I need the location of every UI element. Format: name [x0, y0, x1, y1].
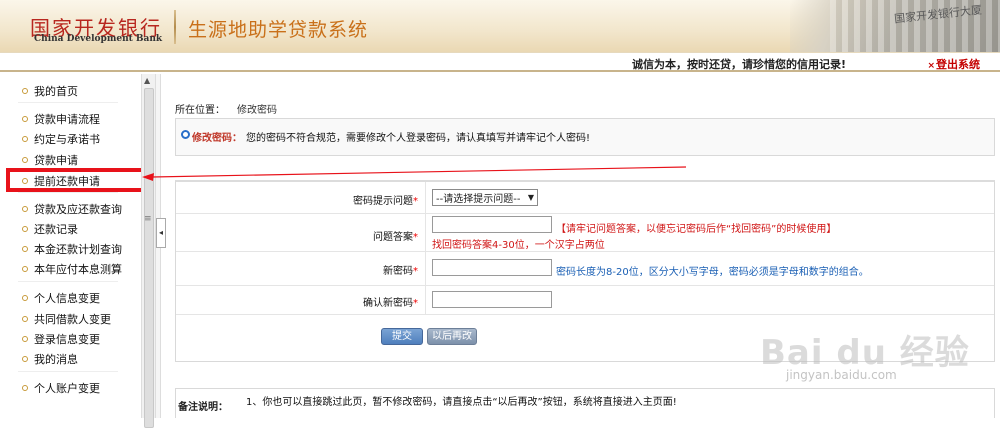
- new-password-input[interactable]: [432, 259, 552, 276]
- sidebar-item-label: 我的首页: [34, 85, 78, 98]
- bullet-icon: [22, 295, 28, 301]
- sidebar-item-label: 个人账户变更: [34, 382, 100, 395]
- submit-button[interactable]: 提交: [381, 328, 423, 345]
- bullet-icon: [22, 88, 28, 94]
- sidebar-item-label: 还款记录: [34, 223, 78, 236]
- bullet-icon: [22, 385, 28, 391]
- bullet-icon: [22, 157, 28, 163]
- sidebar-item-principal-plan[interactable]: 本金还款计划查询: [22, 241, 122, 257]
- answer-input[interactable]: [432, 216, 552, 233]
- chevron-down-icon: ▼: [527, 193, 534, 202]
- answer-length-hint: 找回密码答案4-30位，一个汉字占两位: [432, 240, 605, 251]
- sidebar-item-label: 个人信息变更: [34, 292, 100, 305]
- credit-slogan: 诚信为本，按时还贷，请珍惜您的信用记录!: [631, 58, 846, 71]
- notice-label: 修改密码：: [192, 133, 242, 144]
- question-select[interactable]: --请选择提示问题-- ▼: [432, 189, 538, 206]
- info-circle-icon: [181, 130, 190, 139]
- change-later-button[interactable]: 以后再改: [427, 328, 477, 345]
- sidebar-item-label: 贷款申请: [34, 154, 78, 167]
- highlight-box: [6, 168, 145, 192]
- new-password-label: 新密码*: [383, 266, 418, 277]
- bullet-icon: [22, 356, 28, 362]
- remark-box: 备注说明： 1、你也可以直接跳过此页，暂不修改密码，请直接点击“以后再改”按钮，…: [175, 388, 995, 418]
- top-bar: 诚信为本，按时还贷，请珍惜您的信用记录! ×登出系统: [0, 52, 1000, 72]
- sidebar-item-repayment-records[interactable]: 还款记录: [22, 221, 78, 237]
- notice-box: 修改密码： 您的密码不符合规范，需要修改个人登录密码，请认真填写并请牢记个人密码…: [175, 118, 995, 156]
- sidebar-item-agreement[interactable]: 约定与承诺书: [22, 131, 100, 147]
- menu-divider: [18, 192, 118, 193]
- collapse-sidebar-button[interactable]: ◂: [156, 218, 166, 248]
- bullet-icon: [22, 116, 28, 122]
- sidebar-item-label: 登录信息变更: [34, 333, 100, 346]
- sidebar-scrollbar[interactable]: ▲ ≡: [141, 74, 155, 428]
- bullet-icon: [22, 206, 28, 212]
- bullet-icon: [22, 246, 28, 252]
- breadcrumb-current: 修改密码: [237, 105, 277, 116]
- sidebar-item-label: 贷款申请流程: [34, 113, 100, 126]
- sidebar-item-label: 本金还款计划查询: [34, 243, 122, 256]
- building-sign: 国家开发银行大厦: [893, 3, 983, 26]
- breadcrumb-label: 所在位置：: [175, 105, 225, 116]
- confirm-password-label: 确认新密码*: [363, 298, 418, 309]
- logout-link[interactable]: ×登出系统: [927, 56, 980, 72]
- sidebar-item-loan-apply[interactable]: 贷款申请: [22, 152, 78, 168]
- system-title: 生源地助学贷款系统: [188, 19, 369, 41]
- bullet-icon: [22, 266, 28, 272]
- sidebar-item-personal-info[interactable]: 个人信息变更: [22, 290, 100, 306]
- menu-divider: [18, 102, 118, 103]
- sidebar-item-home[interactable]: 我的首页: [22, 83, 78, 99]
- bullet-icon: [22, 336, 28, 342]
- scrollbar-thumb[interactable]: [144, 88, 154, 428]
- sidebar-item-label: 本年应付本息测算: [34, 263, 122, 276]
- bullet-icon: [22, 226, 28, 232]
- sidebar-item-account-change[interactable]: 个人账户变更: [22, 380, 100, 396]
- scroll-up-icon[interactable]: ▲: [144, 76, 150, 85]
- password-rule-hint: 密码长度为8-20位，区分大小写字母，密码必须是字母和数字的组合。: [556, 267, 869, 278]
- building-image: 国家开发银行大厦: [790, 0, 1000, 52]
- menu-divider: [18, 371, 118, 372]
- sidebar-item-co-borrower[interactable]: 共同借款人变更: [22, 311, 111, 327]
- bullet-icon: [22, 136, 28, 142]
- header-banner: 国家开发银行 China Development Bank 生源地助学贷款系统 …: [0, 0, 1000, 52]
- answer-label: 问题答案*: [373, 232, 418, 243]
- sidebar-item-label: 贷款及应还款查询: [34, 203, 122, 216]
- sidebar-item-messages[interactable]: 我的消息: [22, 351, 78, 367]
- row-question: 密码提示问题* --请选择提示问题-- ▼: [176, 182, 994, 214]
- row-confirm-password: 确认新密码*: [176, 286, 994, 315]
- breadcrumb: 所在位置： 修改密码: [175, 101, 277, 116]
- sidebar-item-label: 我的消息: [34, 353, 78, 366]
- row-new-password: 新密码* 密码长度为8-20位，区分大小写字母，密码必须是字母和数字的组合。: [176, 252, 994, 286]
- grip-icon: ≡: [144, 214, 152, 224]
- bank-logo-en: China Development Bank: [34, 34, 163, 44]
- answer-hint: 【请牢记问题答案，以便忘记密码后作“找回密码”的时候使用】: [556, 224, 837, 235]
- sidebar-item-login-info[interactable]: 登录信息变更: [22, 331, 100, 347]
- logout-label: 登出系统: [936, 58, 980, 71]
- row-answer: 问题答案* 【请牢记问题答案，以便忘记密码后作“找回密码”的时候使用】 找回密码…: [176, 214, 994, 252]
- notice-text: 您的密码不符合规范，需要修改个人登录密码，请认真填写并请牢记个人密码!: [246, 133, 591, 144]
- confirm-password-input[interactable]: [432, 291, 552, 308]
- remark-text: 1、你也可以直接跳过此页，暂不修改密码，请直接点击“以后再改”按钮，系统将直接进…: [246, 397, 677, 408]
- sidebar-item-loan-process[interactable]: 贷款申请流程: [22, 111, 100, 127]
- sidebar-item-interest-estimate[interactable]: 本年应付本息测算: [22, 261, 122, 277]
- menu-divider: [18, 281, 118, 282]
- bullet-icon: [22, 316, 28, 322]
- banner-divider: [174, 10, 176, 44]
- baidu-watermark: Bai du 经验: [760, 333, 970, 373]
- question-label: 密码提示问题*: [353, 196, 418, 207]
- sidebar-menu: 我的首页 贷款申请流程 约定与承诺书 贷款申请 提前还款申请 贷款及应还款查询 …: [0, 74, 145, 418]
- baidu-watermark-url: jingyan.baidu.com: [786, 368, 897, 382]
- sidebar-item-loan-query[interactable]: 贷款及应还款查询: [22, 201, 122, 217]
- remark-label: 备注说明：: [178, 402, 228, 413]
- sidebar-item-label: 约定与承诺书: [34, 133, 100, 146]
- close-icon: ×: [927, 61, 935, 71]
- sidebar-item-label: 共同借款人变更: [34, 313, 111, 326]
